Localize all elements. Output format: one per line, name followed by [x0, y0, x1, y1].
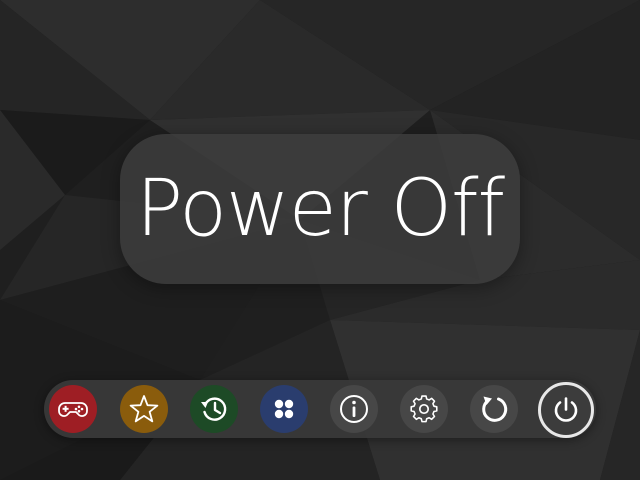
dock-item-restart[interactable]	[470, 385, 518, 433]
restart-icon	[482, 396, 508, 422]
dock-item-favorites[interactable]	[120, 385, 168, 433]
dock-item-settings[interactable]	[400, 385, 448, 433]
dock-item-info[interactable]	[330, 385, 378, 433]
gear-icon	[410, 395, 438, 423]
gamepad-icon	[58, 402, 88, 417]
collections-icon	[274, 399, 294, 419]
menu-dock	[44, 380, 596, 438]
power-icon	[554, 397, 578, 422]
dock-item-games[interactable]	[49, 385, 97, 433]
power-off-screen: Power Off	[0, 0, 640, 480]
star-icon	[129, 395, 159, 423]
history-icon	[201, 397, 227, 421]
page-title: Power Off	[136, 164, 505, 254]
title-card: Power Off	[120, 134, 520, 284]
info-icon	[340, 395, 368, 423]
dock-item-history[interactable]	[190, 385, 238, 433]
dock-item-power[interactable]	[538, 382, 594, 438]
dock-item-collections[interactable]	[260, 385, 308, 433]
